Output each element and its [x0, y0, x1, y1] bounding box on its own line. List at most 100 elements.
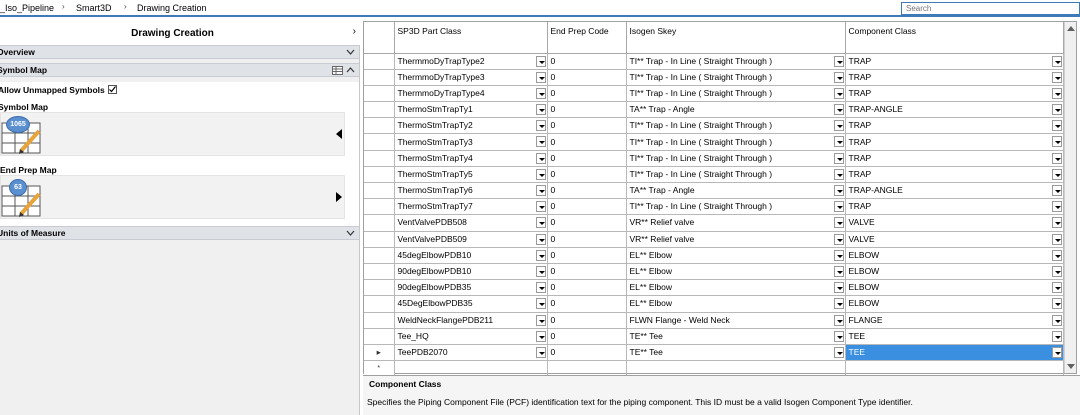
dropdown-arrow-icon[interactable]: [833, 120, 844, 132]
dropdown-arrow-icon[interactable]: [1051, 249, 1062, 261]
scroll-down-icon[interactable]: [1067, 364, 1075, 369]
row-header[interactable]: [364, 231, 395, 248]
isogen-skey-cell[interactable]: TE** Tee: [626, 344, 846, 362]
symbol-map-section-header[interactable]: Symbol Map: [0, 63, 359, 77]
row-header[interactable]: [364, 328, 395, 345]
dropdown-arrow-icon[interactable]: [535, 104, 546, 116]
part-class-cell[interactable]: ThermoStmTrapTy6: [394, 182, 548, 200]
row-header[interactable]: [364, 182, 395, 200]
overview-section-header[interactable]: Overview: [0, 45, 359, 59]
column-header-part-class[interactable]: SP3D Part Class: [394, 22, 548, 54]
dropdown-arrow-icon[interactable]: [535, 71, 546, 83]
isogen-skey-cell[interactable]: EL** Elbow: [626, 295, 846, 313]
scroll-up-icon[interactable]: [1067, 26, 1075, 31]
table-row[interactable]: 45degElbowPDB10 0 EL** Elbow ELBOW: [364, 247, 1064, 264]
symbol-map-tile[interactable]: 1065: [0, 112, 345, 156]
dropdown-arrow-icon[interactable]: [535, 87, 546, 99]
part-class-cell[interactable]: 90degElbowPDB10: [394, 263, 548, 281]
search-input[interactable]: [902, 3, 1079, 14]
part-class-cell[interactable]: ThermoStmTrapTy5: [394, 166, 548, 184]
part-class-cell[interactable]: ThermoStmTrapTy3: [394, 133, 548, 151]
component-class-cell[interactable]: FLANGE: [845, 312, 1064, 329]
table-row[interactable]: Tee_HQ 0 TE** Tee TEE: [364, 328, 1064, 345]
chevron-down-icon[interactable]: [346, 46, 355, 60]
table-row[interactable]: VentValvePDB508 0 VR** Relief valve VALVE: [364, 214, 1064, 232]
dropdown-arrow-icon[interactable]: [1051, 104, 1062, 116]
row-header[interactable]: [364, 295, 395, 313]
dropdown-arrow-icon[interactable]: [833, 249, 844, 261]
part-class-cell[interactable]: ThermmoDyTrapType4: [394, 85, 548, 103]
component-class-cell[interactable]: TRAP: [845, 53, 1064, 70]
dropdown-arrow-icon[interactable]: [535, 55, 546, 67]
dropdown-arrow-icon[interactable]: [1051, 87, 1062, 99]
table-row[interactable]: ThermoStmTrapTy6 0 TA** Trap - Angle TRAP-A…: [364, 182, 1064, 200]
dropdown-arrow-icon[interactable]: [833, 152, 844, 164]
caret-right-icon[interactable]: [336, 192, 342, 204]
isogen-skey-cell[interactable]: TI** Trap - In Line ( Straight Through ): [626, 198, 846, 216]
dropdown-arrow-icon[interactable]: [833, 168, 844, 180]
component-class-cell[interactable]: ELBOW: [845, 279, 1064, 297]
end-prep-cell[interactable]: 0: [547, 231, 627, 248]
end-prep-cell[interactable]: 0: [547, 182, 627, 200]
dropdown-arrow-icon[interactable]: [833, 265, 844, 277]
dropdown-arrow-icon[interactable]: [1051, 298, 1062, 310]
dropdown-arrow-icon[interactable]: [1051, 330, 1062, 342]
component-class-cell[interactable]: TRAP: [845, 133, 1064, 151]
component-class-cell[interactable]: VALVE: [845, 231, 1064, 248]
end-prep-cell[interactable]: 0: [547, 133, 627, 151]
part-class-cell[interactable]: WeldNeckFlangePDB211: [394, 312, 548, 329]
component-class-cell[interactable]: TRAP: [845, 69, 1064, 86]
part-class-cell[interactable]: ThermmoDyTrapType3: [394, 69, 548, 86]
dropdown-arrow-icon[interactable]: [1051, 136, 1062, 148]
part-class-cell[interactable]: TeePDB2070: [394, 344, 548, 362]
dropdown-arrow-icon[interactable]: [833, 201, 844, 213]
isogen-skey-cell[interactable]: TA** Trap - Angle: [626, 182, 846, 200]
dropdown-arrow-icon[interactable]: [535, 265, 546, 277]
component-class-cell[interactable]: ELBOW: [845, 247, 1064, 264]
isogen-skey-cell[interactable]: VR** Relief valve: [626, 214, 846, 232]
isogen-skey-cell[interactable]: TI** Trap - In Line ( Straight Through ): [626, 85, 846, 103]
breadcrumb-item-smart3d[interactable]: Smart3D: [76, 3, 112, 13]
row-header[interactable]: [364, 312, 395, 329]
end-prep-cell[interactable]: 0: [547, 69, 627, 86]
row-header[interactable]: [364, 166, 395, 184]
end-prep-cell[interactable]: 0: [547, 344, 627, 362]
end-prep-cell[interactable]: 0: [547, 101, 627, 119]
table-row[interactable]: 45DegElbowPDB35 0 EL** Elbow ELBOW: [364, 295, 1064, 313]
isogen-skey-cell[interactable]: TA** Trap - Angle: [626, 101, 846, 119]
search-box[interactable]: [901, 2, 1080, 15]
dropdown-arrow-icon[interactable]: [833, 87, 844, 99]
dropdown-arrow-icon[interactable]: [833, 282, 844, 294]
dropdown-arrow-icon[interactable]: [535, 152, 546, 164]
isogen-skey-cell[interactable]: TI** Trap - In Line ( Straight Through ): [626, 166, 846, 184]
dropdown-arrow-icon[interactable]: [535, 330, 546, 342]
dropdown-arrow-icon[interactable]: [535, 185, 546, 196]
isogen-skey-cell[interactable]: TI** Trap - In Line ( Straight Through ): [626, 69, 846, 86]
table-row[interactable]: ThermoStmTrapTy5 0 TI** Trap - In Line ( S…: [364, 166, 1064, 184]
component-class-cell[interactable]: VALVE: [845, 214, 1064, 232]
dropdown-arrow-icon[interactable]: [1051, 265, 1062, 277]
dropdown-arrow-icon[interactable]: [1051, 152, 1062, 164]
component-class-cell[interactable]: TEE: [845, 328, 1064, 345]
isogen-skey-cell[interactable]: FLWN Flange - Weld Neck: [626, 312, 846, 329]
dropdown-arrow-icon[interactable]: [535, 217, 546, 229]
end-prep-cell[interactable]: 0: [547, 150, 627, 167]
dropdown-arrow-icon[interactable]: [535, 298, 546, 310]
row-header[interactable]: [364, 117, 395, 135]
row-header[interactable]: [364, 69, 395, 86]
component-class-cell[interactable]: TRAP: [845, 150, 1064, 167]
isogen-skey-cell[interactable]: TE** Tee: [626, 328, 846, 345]
part-class-cell[interactable]: ThermmoDyTrapType2: [394, 53, 548, 70]
component-class-cell[interactable]: TRAP: [845, 85, 1064, 103]
dropdown-arrow-icon[interactable]: [1051, 71, 1062, 83]
dropdown-arrow-icon[interactable]: [1051, 168, 1062, 180]
dropdown-arrow-icon[interactable]: [1051, 233, 1062, 245]
dropdown-arrow-icon[interactable]: [1051, 120, 1062, 132]
dropdown-arrow-icon[interactable]: [1051, 346, 1062, 358]
dropdown-arrow-icon[interactable]: [1051, 314, 1062, 326]
dropdown-arrow-icon[interactable]: [833, 185, 844, 196]
part-class-cell[interactable]: ThermoStmTrapTy1: [394, 101, 548, 119]
component-class-cell[interactable]: TRAP: [845, 166, 1064, 184]
component-class-cell[interactable]: TEE: [845, 344, 1064, 362]
end-prep-cell[interactable]: 0: [547, 279, 627, 297]
